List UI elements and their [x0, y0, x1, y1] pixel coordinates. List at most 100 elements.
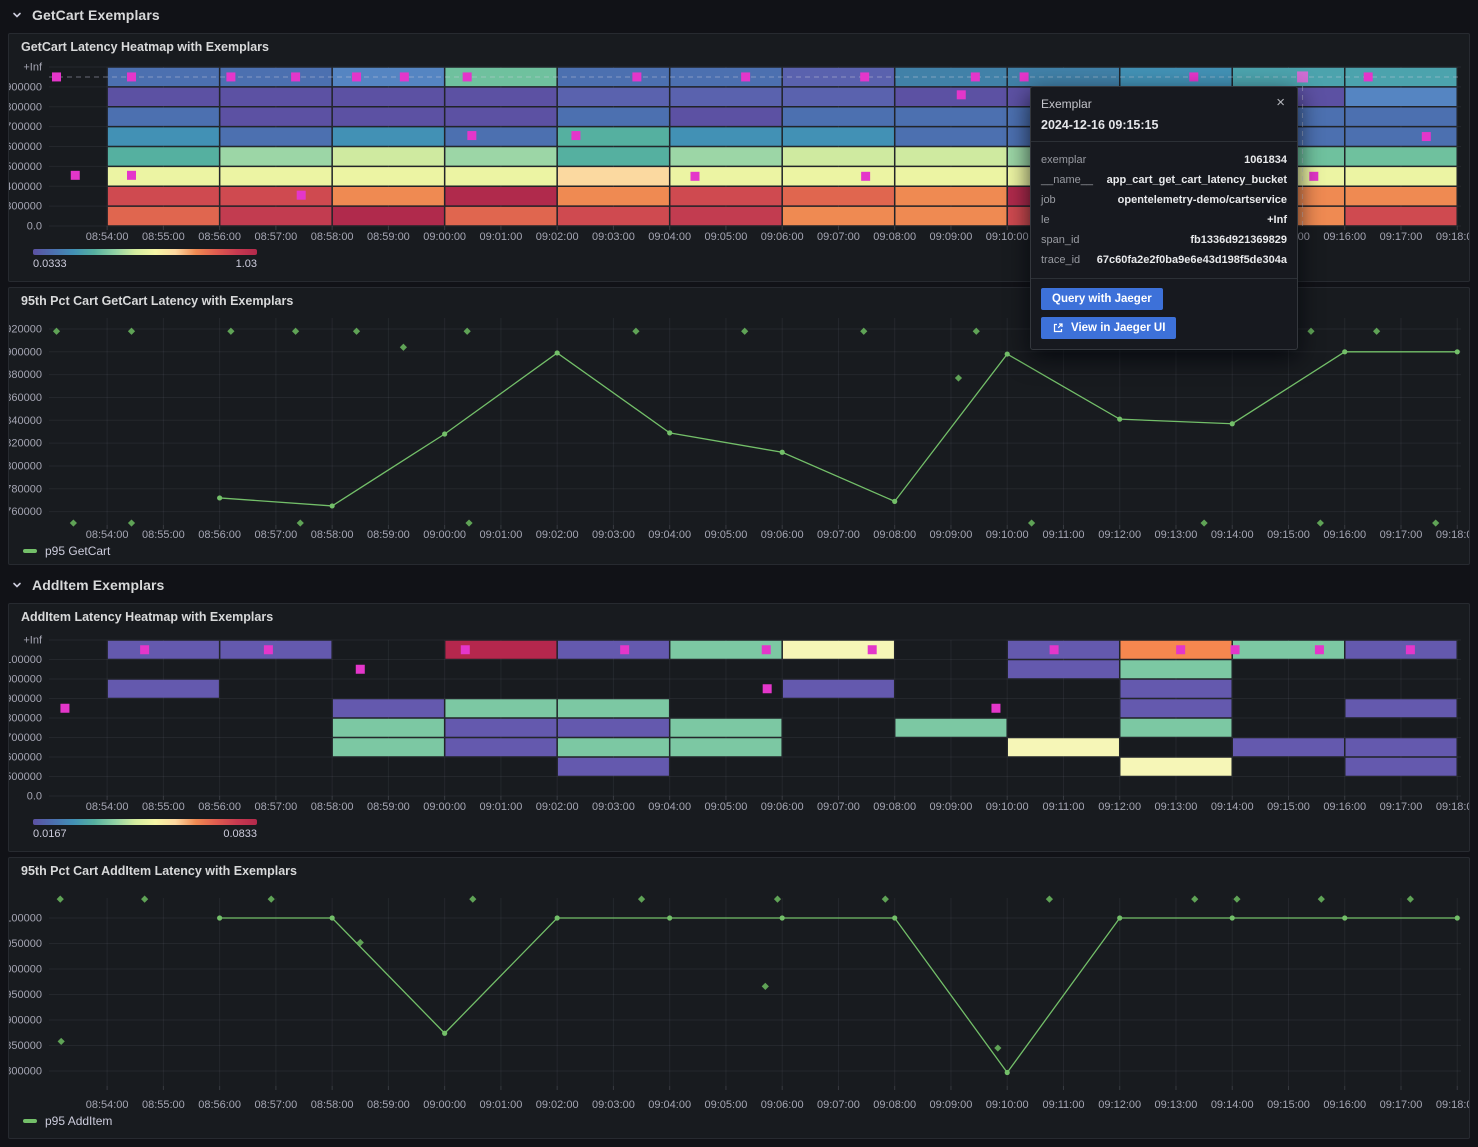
tooltip-field-row: exemplar1061834 [1041, 150, 1287, 170]
tooltip-title: Exemplar [1041, 97, 1287, 111]
svg-text:09:03:00: 09:03:00 [592, 801, 635, 813]
field-label: le [1041, 210, 1050, 230]
svg-text:09:10:00: 09:10:00 [986, 231, 1029, 243]
svg-text:400000: 400000 [9, 181, 42, 193]
svg-text:0.0: 0.0 [27, 221, 42, 233]
exemplar-marker [971, 72, 980, 81]
svg-text:09:00:00: 09:00:00 [423, 1099, 466, 1111]
svg-text:09:08:00: 09:08:00 [873, 231, 916, 243]
chevron-down-icon [11, 579, 23, 591]
svg-text:08:57:00: 08:57:00 [254, 801, 297, 813]
svg-text:0.0: 0.0 [27, 791, 42, 803]
panel-additem-heatmap: AddItem Latency Heatmap with Exemplars 0… [8, 603, 1470, 852]
exemplar-diamond [1317, 519, 1324, 526]
exemplar-marker [291, 72, 300, 81]
exemplar-diamond [297, 519, 304, 526]
svg-text:08:56:00: 08:56:00 [198, 231, 241, 243]
exemplar-marker [356, 665, 365, 674]
row-header-additem[interactable]: AddItem Exemplars [0, 570, 1478, 600]
svg-text:780000: 780000 [9, 483, 42, 495]
svg-text:09:10:00: 09:10:00 [986, 1099, 1029, 1111]
svg-text:08:58:00: 08:58:00 [311, 231, 354, 243]
additem-p95-canvas[interactable]: 08:54:0008:55:0008:56:0008:57:0008:58:00… [9, 858, 1469, 1138]
svg-text:09:04:00: 09:04:00 [648, 529, 691, 541]
exemplar-diamond [1318, 896, 1325, 903]
svg-text:09:06:00: 09:06:00 [761, 231, 804, 243]
svg-text:920000: 920000 [9, 323, 42, 335]
svg-text:09:06:00: 09:06:00 [761, 529, 804, 541]
svg-text:500000: 500000 [9, 771, 42, 783]
exemplar-diamond [774, 896, 781, 903]
exemplar-diamond [882, 896, 889, 903]
svg-text:09:09:00: 09:09:00 [930, 801, 973, 813]
svg-text:08:58:00: 08:58:00 [311, 529, 354, 541]
svg-text:09:05:00: 09:05:00 [705, 529, 748, 541]
exemplar-diamond [465, 519, 472, 526]
exemplar-marker [1189, 72, 1198, 81]
svg-text:08:55:00: 08:55:00 [142, 231, 185, 243]
tooltip-field-row: trace_id67c60fa2e2f0ba9e6e43d198f5de304a [1041, 250, 1287, 270]
tooltip-timestamp: 2024-12-16 09:15:15 [1041, 118, 1287, 132]
field-value: +Inf [1267, 210, 1287, 230]
panel-title[interactable]: AddItem Latency Heatmap with Exemplars [21, 610, 273, 624]
exemplar-diamond [128, 519, 135, 526]
close-icon[interactable]: × [1272, 93, 1289, 112]
exemplar-marker [1231, 645, 1240, 654]
panel-title[interactable]: GetCart Latency Heatmap with Exemplars [21, 40, 269, 54]
svg-text:880000: 880000 [9, 369, 42, 381]
svg-text:08:57:00: 08:57:00 [254, 231, 297, 243]
svg-text:09:07:00: 09:07:00 [817, 231, 860, 243]
svg-text:08:55:00: 08:55:00 [142, 529, 185, 541]
panel-title[interactable]: 95th Pct Cart GetCart Latency with Exemp… [21, 294, 293, 308]
exemplar-marker [632, 72, 641, 81]
svg-text:09:11:00: 09:11:00 [1042, 801, 1084, 813]
exemplar-diamond [762, 983, 769, 990]
svg-text:09:14:00: 09:14:00 [1211, 1099, 1254, 1111]
svg-text:760000: 760000 [9, 506, 42, 518]
svg-text:09:11:00: 09:11:00 [1042, 529, 1084, 541]
svg-text:09:08:00: 09:08:00 [873, 529, 916, 541]
field-label: __name__ [1041, 170, 1093, 190]
svg-text:09:04:00: 09:04:00 [648, 1099, 691, 1111]
svg-text:950000: 950000 [9, 989, 42, 1001]
svg-text:08:59:00: 08:59:00 [367, 1099, 410, 1111]
tooltip-field-row: __name__ app_cart_get_cart_latency_bucket [1041, 170, 1287, 190]
svg-text:860000: 860000 [9, 392, 42, 404]
row-header-getcart[interactable]: GetCart Exemplars [0, 0, 1478, 30]
legend-item-p95-getcart[interactable]: p95 GetCart [23, 544, 110, 558]
exemplar-diamond [1201, 519, 1208, 526]
svg-text:08:56:00: 08:56:00 [198, 1099, 241, 1111]
exemplar-marker [461, 645, 470, 654]
svg-text:09:12:00: 09:12:00 [1098, 1099, 1141, 1111]
field-value: 67c60fa2e2f0ba9e6e43d198f5de304a [1097, 250, 1287, 270]
additem-heatmap-canvas[interactable]: 08:54:0008:55:0008:56:0008:57:0008:58:00… [9, 604, 1469, 851]
external-link-icon [1052, 322, 1064, 334]
svg-text:+Inf: +Inf [23, 635, 43, 647]
svg-text:09:18:00: 09:18:00 [1436, 529, 1469, 541]
query-with-jaeger-button[interactable]: Query with Jaeger [1041, 288, 1163, 310]
color-scale-max: 0.0833 [223, 828, 257, 840]
panel-additem-p95: 95th Pct Cart AddItem Latency with Exemp… [8, 857, 1470, 1139]
svg-text:08:54:00: 08:54:00 [86, 801, 129, 813]
exemplar-marker [467, 131, 476, 140]
exemplar-diamond [1407, 896, 1414, 903]
panel-title[interactable]: 95th Pct Cart AddItem Latency with Exemp… [21, 864, 297, 878]
svg-text:09:18:00: 09:18:00 [1436, 801, 1469, 813]
field-value: app_cart_get_cart_latency_bucket [1107, 170, 1287, 190]
grafana-dashboard: GetCart Exemplars GetCart Latency Heatma… [0, 0, 1478, 1147]
row-title-getcart: GetCart Exemplars [32, 7, 160, 23]
svg-text:09:08:00: 09:08:00 [873, 1099, 916, 1111]
exemplar-marker [860, 72, 869, 81]
svg-text:09:00:00: 09:00:00 [423, 529, 466, 541]
exemplar-marker [957, 90, 966, 99]
exemplar-marker-highlighted [1297, 71, 1308, 82]
tooltip-field-row: le +Inf [1041, 210, 1287, 230]
svg-text:800000: 800000 [9, 1066, 42, 1078]
svg-text:09:03:00: 09:03:00 [592, 231, 635, 243]
view-in-jaeger-button[interactable]: View in Jaeger UI [1041, 317, 1176, 339]
exemplar-diamond [1233, 896, 1240, 903]
svg-text:09:17:00: 09:17:00 [1380, 529, 1423, 541]
svg-text:850000: 850000 [9, 1040, 42, 1052]
legend-item-p95-additem[interactable]: p95 AddItem [23, 1114, 112, 1128]
svg-text:09:01:00: 09:01:00 [480, 1099, 523, 1111]
